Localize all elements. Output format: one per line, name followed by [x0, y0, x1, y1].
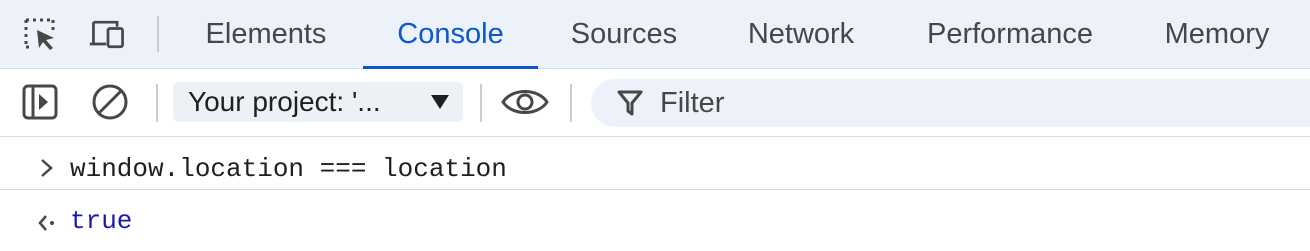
- tab-network[interactable]: Network: [712, 0, 890, 68]
- tab-elements[interactable]: Elements: [175, 0, 357, 68]
- tab-performance[interactable]: Performance: [890, 0, 1130, 68]
- device-toolbar-icon[interactable]: [88, 14, 128, 54]
- console-result-value[interactable]: true: [70, 206, 132, 236]
- console-messages: window.location === location true: [0, 137, 1310, 251]
- dropdown-arrow-icon: [431, 95, 449, 109]
- context-selector-label: Your project: '...: [188, 86, 381, 117]
- sidebar-toggle-icon[interactable]: [20, 82, 60, 122]
- console-input-code[interactable]: window.location === location: [70, 154, 507, 184]
- live-expression-eye-icon[interactable]: [500, 82, 550, 122]
- filter-icon: [617, 89, 643, 122]
- tab-console[interactable]: Console: [363, 0, 538, 69]
- console-result-row: true: [0, 190, 1310, 242]
- devtools-tab-bar: Elements Console Sources Network Perform…: [0, 0, 1310, 69]
- clear-console-icon[interactable]: [90, 82, 130, 122]
- toolbar-divider: [570, 84, 572, 122]
- toolbar-divider: [156, 84, 158, 122]
- context-selector[interactable]: Your project: '...: [173, 82, 463, 122]
- inspect-element-icon[interactable]: [20, 14, 60, 54]
- toolbar-divider: [480, 84, 482, 122]
- console-toolbar: Your project: '... Filter: [0, 69, 1310, 137]
- filter-input[interactable]: Filter: [591, 79, 1310, 127]
- chevron-right-icon: [36, 157, 56, 184]
- console-input-row: window.location === location: [0, 137, 1310, 190]
- tab-sources[interactable]: Sources: [538, 0, 710, 68]
- filter-placeholder: Filter: [660, 87, 725, 119]
- tab-memory[interactable]: Memory: [1132, 0, 1302, 68]
- result-arrow-icon: [36, 212, 58, 239]
- toolbar-divider: [157, 16, 159, 52]
